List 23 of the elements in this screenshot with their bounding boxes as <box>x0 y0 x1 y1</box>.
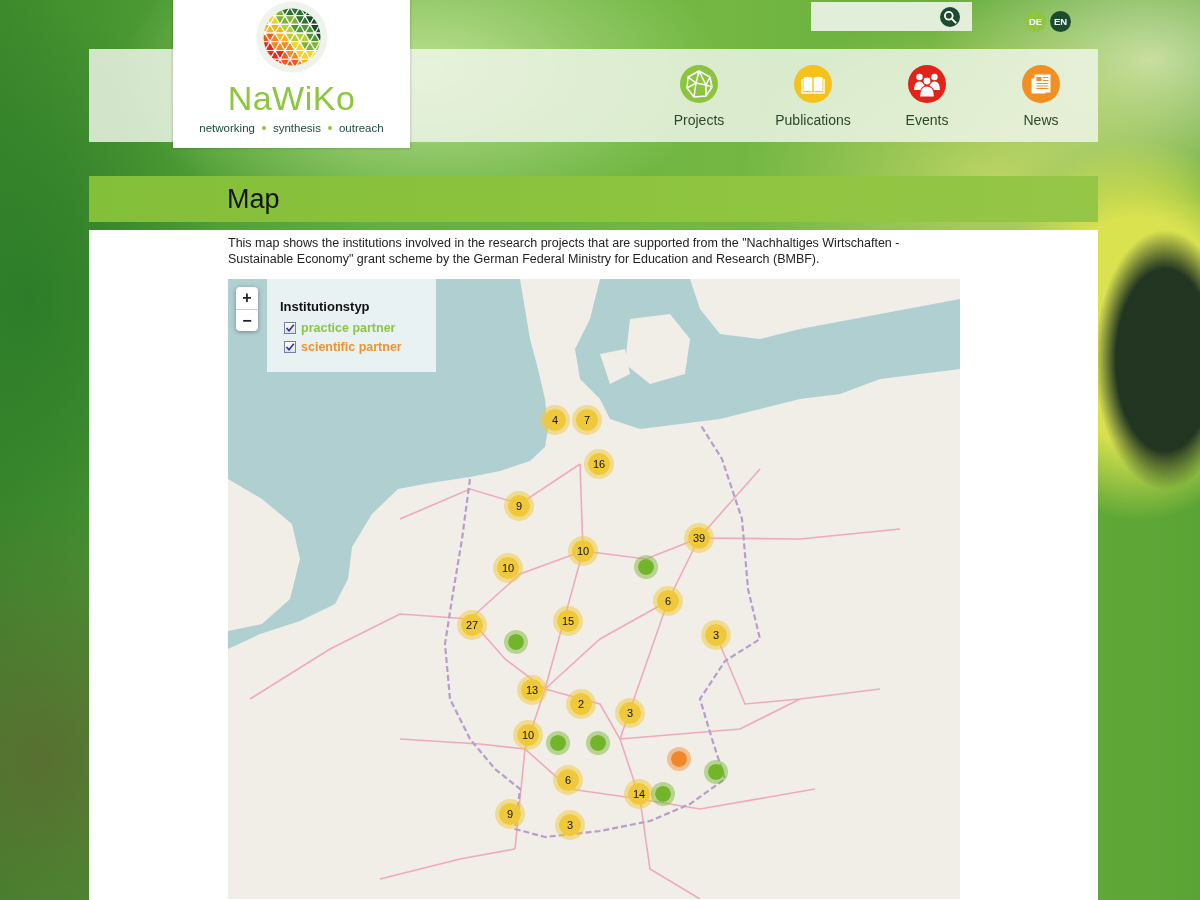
nav-link[interactable]: Events <box>870 49 984 142</box>
description-text: This map shows the institutions involved in the research projects that are supported from the "Nachhaltiges Wirtschaften - Sustainable Economy" grant scheme by the German Federal Ministry for Education and Research (BMBF). <box>228 236 901 267</box>
nav-link[interactable]: Publications <box>756 49 870 142</box>
checkbox[interactable] <box>284 321 296 334</box>
page-title: Map <box>227 183 280 215</box>
nav-link[interactable]: News <box>984 49 1098 142</box>
nav-link[interactable]: Projects <box>642 49 756 142</box>
tagline-word: networking <box>199 122 255 134</box>
logo-card[interactable]: NaWiKo networking synthesis outreach <box>173 0 410 148</box>
globe-logo-icon <box>255 1 328 73</box>
tagline-word: outreach <box>338 122 384 134</box>
dot-icon <box>327 126 332 130</box>
checkbox[interactable] <box>284 340 296 353</box>
zoom-out-button[interactable]: − <box>236 309 258 331</box>
language-button[interactable]: EN <box>1050 11 1071 32</box>
search-button[interactable] <box>940 6 960 27</box>
dot-icon <box>261 126 266 130</box>
logo-wordmark: NaWiKo <box>227 79 356 117</box>
tagline-word: synthesis <box>272 122 321 134</box>
search-field[interactable] <box>811 2 972 31</box>
search-icon <box>943 9 957 24</box>
zoom-in-button[interactable]: + <box>236 287 258 309</box>
legend-title: Institutionstyp <box>280 299 371 315</box>
